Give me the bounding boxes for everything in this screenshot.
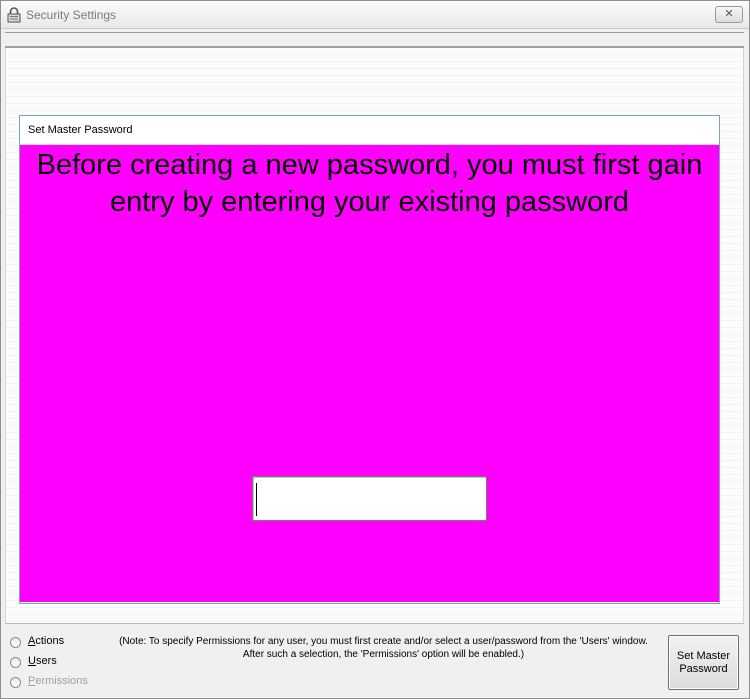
permissions-note: (Note: To specify Permissions for any us… [119, 636, 648, 660]
window-title: Security Settings [26, 8, 117, 22]
panel-body: Before creating a new password, you must… [20, 145, 719, 602]
button-label-line1: Set Master [676, 650, 731, 662]
password-field[interactable] [252, 476, 487, 521]
radio-users[interactable]: Users [10, 655, 100, 675]
set-master-password-button[interactable]: Set Master Password [668, 635, 739, 690]
instruction-message: Before creating a new password, you must… [36, 149, 703, 218]
radio-actions[interactable]: Actions [10, 635, 100, 655]
radio-permissions: Permissions [10, 675, 100, 695]
radio-users-label: Users [28, 655, 57, 667]
panel-header: Set Master Password [20, 116, 719, 145]
button-label-line2: Password [679, 663, 728, 675]
radio-permissions-label: Permissions [28, 675, 88, 687]
security-settings-window: Security Settings ✕ Set Master Password … [0, 0, 750, 699]
menu-bar [5, 32, 744, 48]
panel-title: Set Master Password [28, 124, 133, 136]
radio-button-icon [10, 677, 21, 688]
close-icon: ✕ [724, 8, 734, 20]
lock-icon [7, 7, 21, 23]
set-master-password-panel: Set Master Password Before creating a ne… [19, 115, 720, 604]
close-button[interactable]: ✕ [715, 6, 743, 23]
password-input[interactable] [253, 477, 486, 520]
title-bar[interactable]: Security Settings ✕ [1, 1, 749, 29]
option-radio-group: Actions Users Permissions [10, 635, 100, 695]
radio-button-icon[interactable] [10, 637, 21, 648]
radio-actions-label: Actions [28, 635, 65, 647]
text-caret [256, 483, 257, 516]
radio-button-icon[interactable] [10, 657, 21, 668]
